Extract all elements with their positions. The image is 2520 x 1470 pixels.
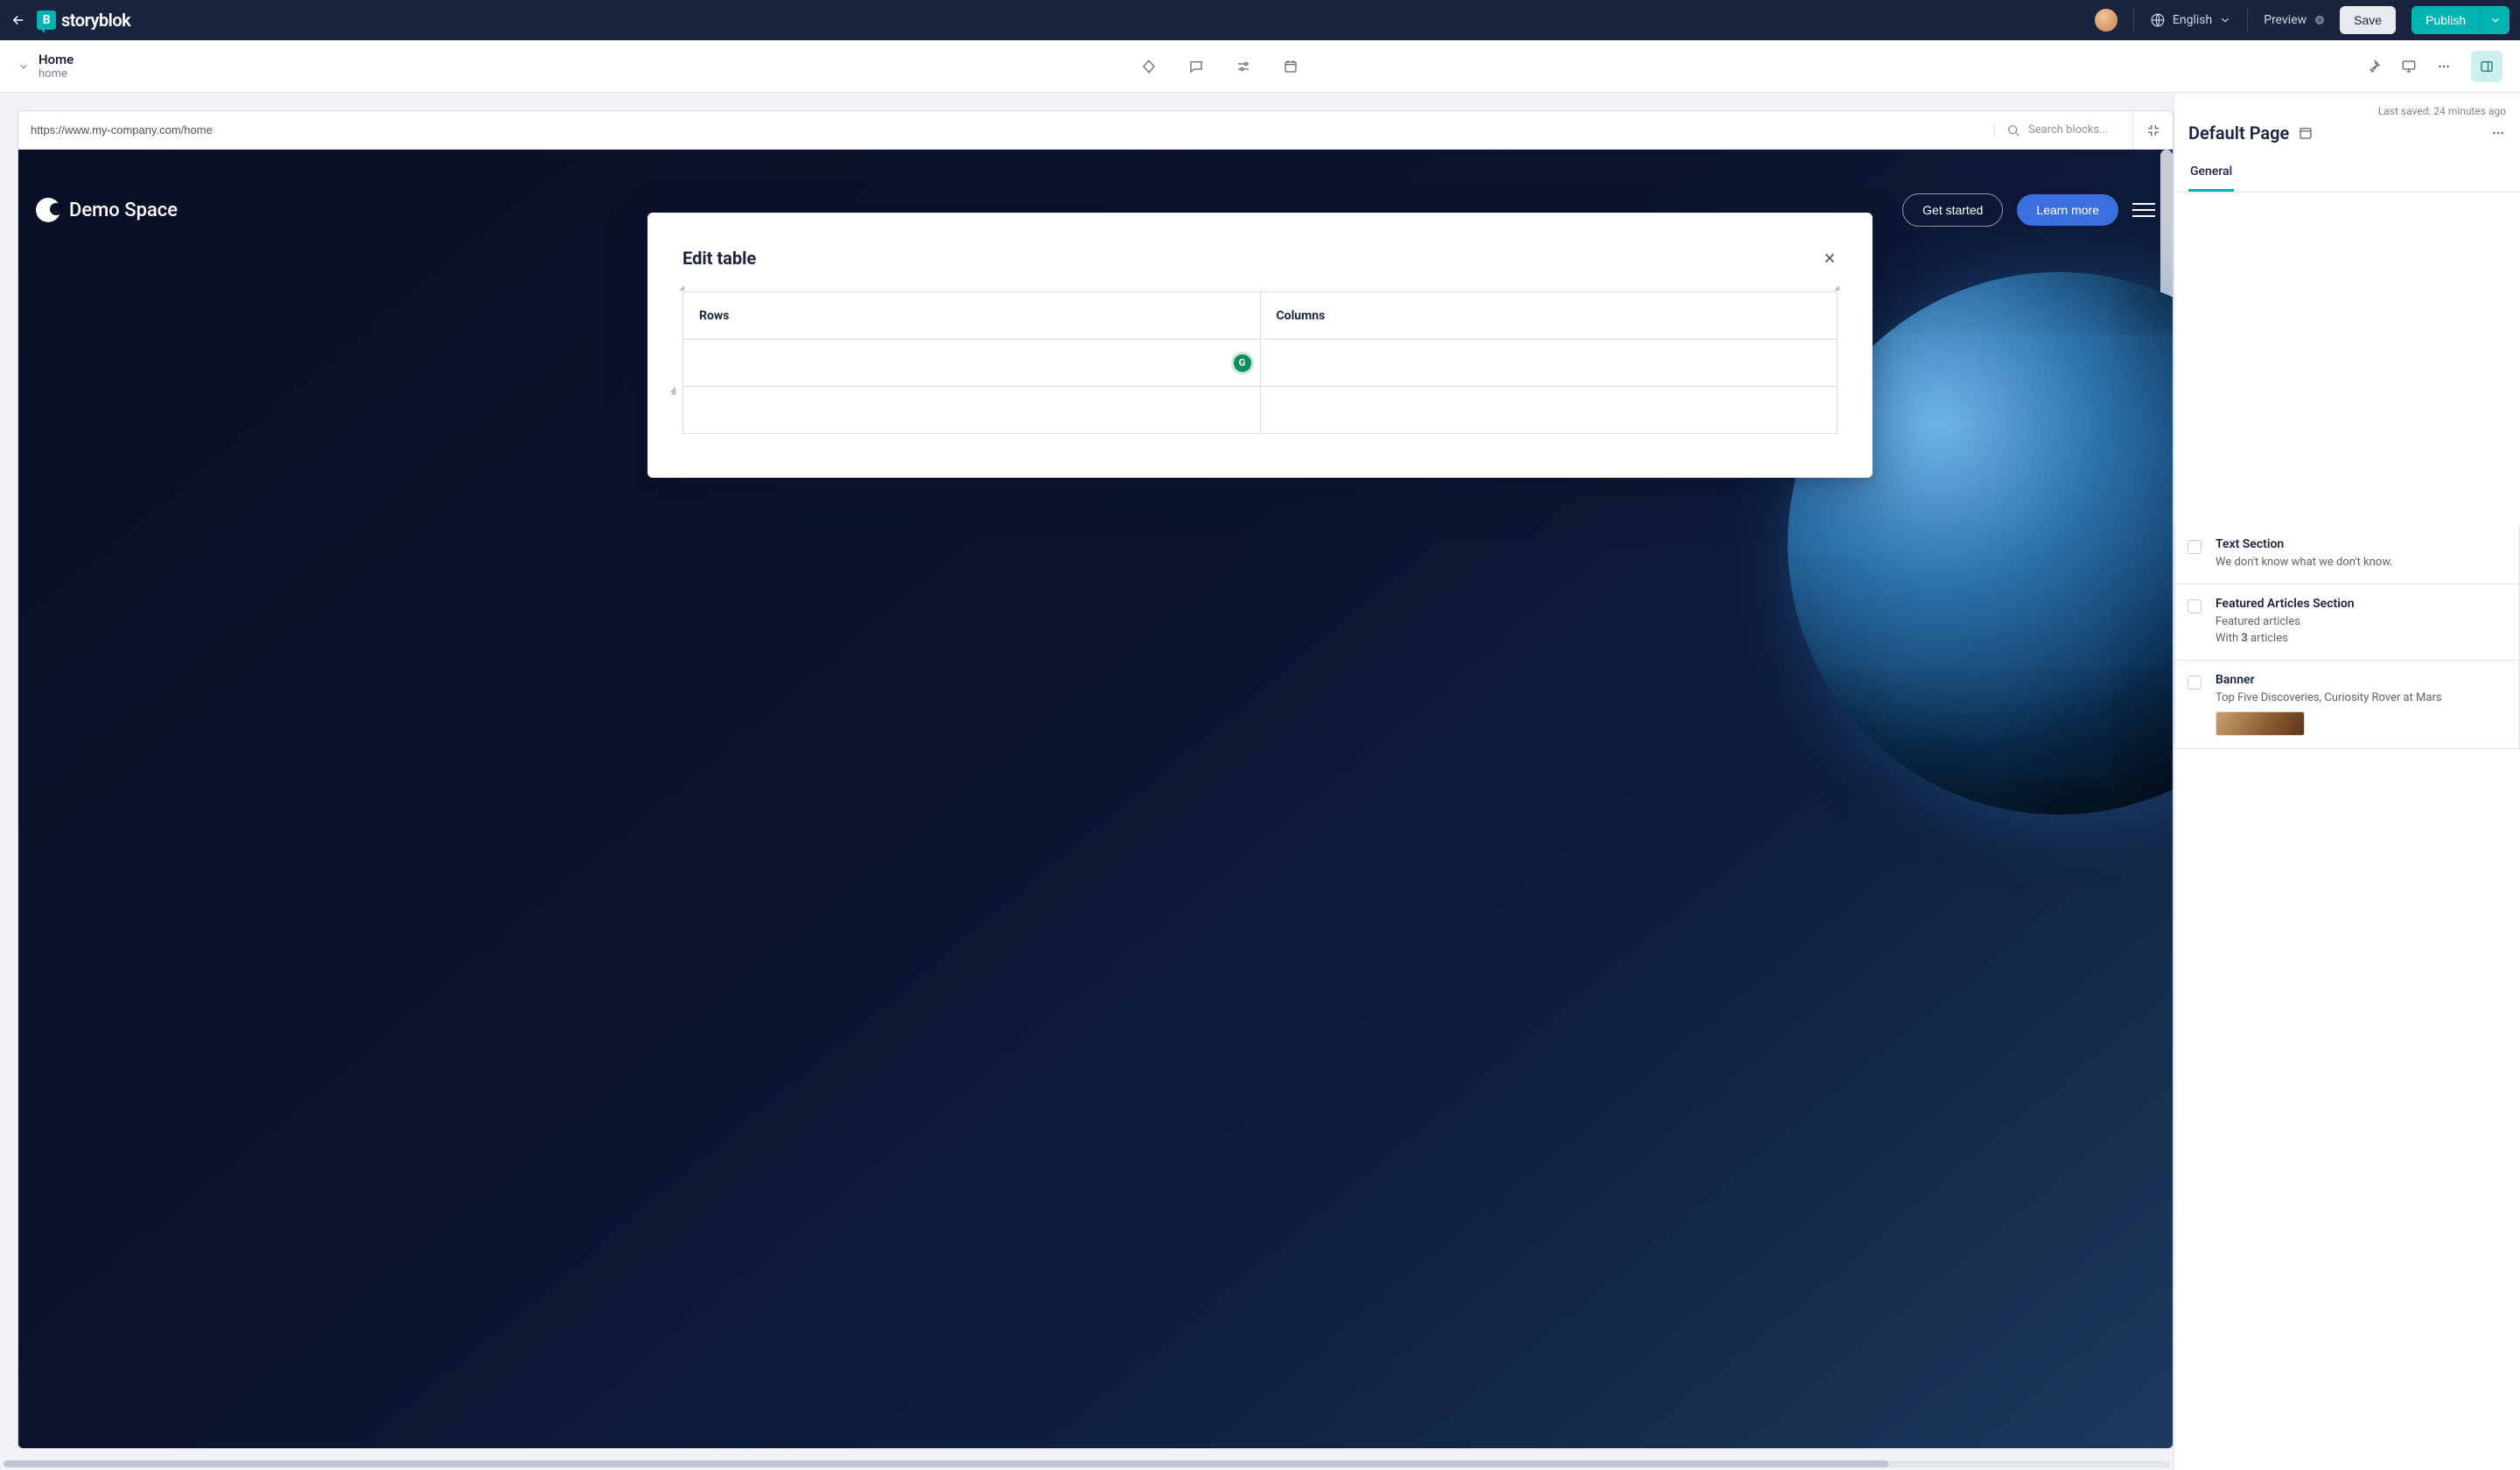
table-cell[interactable] [683,387,1261,434]
panel-toggle[interactable] [2471,51,2502,82]
logo-mark-icon: B [37,10,56,30]
block-card[interactable]: Banner Top Five Discoveries, Curiosity R… [2174,661,2520,750]
calendar-icon [2298,125,2314,141]
brand-name: storyblok [61,10,130,31]
comments-tool[interactable] [1188,59,1204,74]
page-title: Home [38,52,74,67]
collapse-preview[interactable] [2132,111,2173,150]
build-tool[interactable] [2366,59,2382,74]
scrollbar-horizontal[interactable] [4,1460,2170,1467]
more-menu[interactable] [2436,59,2452,74]
tab-general[interactable]: General [2188,156,2234,192]
resize-handle[interactable]: ◢ [679,284,686,291]
table-header-rows[interactable]: Rows [683,292,1261,340]
divider [2247,8,2248,32]
edit-table-modal: Edit table ◢ ◢ ◢ ◢ Rows Columns G [648,213,1872,478]
globe-icon [2150,12,2166,28]
checkbox[interactable] [2188,599,2202,613]
diamond-icon [1141,59,1157,74]
publish-dropdown[interactable] [2480,6,2510,34]
preview-label: Preview [2264,13,2306,27]
table-cell[interactable] [1260,387,1838,434]
search-icon [2006,122,2021,138]
publish-button[interactable]: Publish [2412,6,2480,34]
settings-tool[interactable] [1236,59,1251,74]
chevron-down-icon [2489,14,2502,26]
grammarly-badge-icon: G [1234,354,1251,372]
block-card[interactable]: Text Section We don't know what we don't… [2174,525,2520,584]
schema-link[interactable] [2298,125,2314,141]
block-subtitle: Top Five Discoveries, Curiosity Rover at… [2216,690,2505,707]
divider [2133,8,2134,32]
close-icon [1822,250,1838,266]
language-label: English [2173,13,2212,27]
side-panel: Last saved: 24 minutes ago Default Page … [2174,93,2520,1470]
last-saved: Last saved: 24 minutes ago [2174,93,2520,117]
monitor-icon [2401,59,2417,74]
demo-logo-icon [36,198,60,222]
content-type-title: Default Page [2188,122,2289,144]
block-subtitle: We don't know what we don't know. [2216,555,2505,571]
minimize-icon [2146,122,2161,138]
back-button[interactable] [10,12,26,28]
preview-link[interactable]: Preview [2264,13,2324,27]
calendar-icon [1283,59,1298,74]
get-started-button[interactable]: Get started [1902,193,2003,227]
table-editor[interactable]: ◢ ◢ ◢ ◢ Rows Columns G [682,291,1838,434]
dots-icon [2490,125,2506,141]
modal-title: Edit table [682,248,756,269]
table-cell[interactable] [1260,340,1838,387]
block-title: Featured Articles Section [2216,597,2505,611]
learn-more-button[interactable]: Learn more [2017,194,2118,226]
row-handle[interactable]: ◢ [670,388,677,396]
close-button[interactable] [1822,250,1838,266]
chevron-down-icon [2219,14,2231,26]
page-slug: home [38,67,74,80]
url-bar: Search blocks... [18,111,2173,150]
shape-tool[interactable] [1141,59,1157,74]
block-title: Text Section [2216,537,2505,551]
block-card[interactable]: Featured Articles Section Featured artic… [2174,584,2520,661]
block-search[interactable]: Search blocks... [1994,122,2132,138]
app-header: B storyblok English Preview Save Publish [0,0,2520,40]
table-cell[interactable]: G [683,340,1261,387]
schedule-tool[interactable] [1283,59,1298,74]
panel-right-icon [2479,59,2495,74]
checkbox[interactable] [2188,676,2202,690]
resize-handle[interactable]: ◢ [1834,284,1841,291]
breadcrumb-text: Home home [38,52,74,80]
block-title: Banner [2216,673,2505,687]
avatar[interactable] [2095,9,2118,32]
dots-icon [2436,59,2452,74]
blocks-spacer [2174,192,2520,525]
menu-button[interactable] [2132,203,2155,217]
status-dot-icon [2315,16,2324,24]
demo-brand: Demo Space [36,198,178,222]
comment-icon [1188,59,1204,74]
table-header-columns[interactable]: Columns [1260,292,1838,340]
brand-logo[interactable]: B storyblok [37,10,130,31]
demo-brand-label: Demo Space [69,200,178,221]
save-button[interactable]: Save [2340,6,2396,34]
content-toolbar: Home home [0,40,2520,93]
sliders-icon [1236,59,1251,74]
content-more-menu[interactable] [2490,125,2506,141]
language-selector[interactable]: English [2150,12,2231,28]
chevron-down-icon [18,60,30,73]
axe-icon [2366,59,2382,74]
block-subtitle: Featured articles With 3 articles [2216,614,2505,648]
url-input[interactable] [18,123,1994,136]
desktop-view[interactable] [2401,59,2417,74]
search-placeholder: Search blocks... [2028,123,2108,136]
breadcrumb[interactable]: Home home [18,52,74,80]
side-tabs: General [2174,156,2520,192]
checkbox[interactable] [2188,540,2202,554]
block-thumbnail [2216,711,2305,736]
